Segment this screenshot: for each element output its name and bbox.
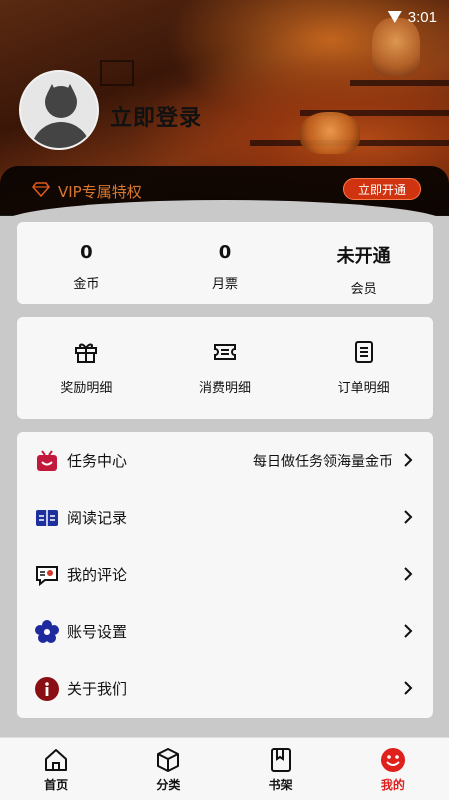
stat-value: 0	[80, 242, 93, 263]
spending-details-button[interactable]: 消费明细	[156, 317, 295, 419]
status-time: 3:01	[407, 8, 437, 26]
stat-membership[interactable]: 未开通 会员	[294, 222, 433, 304]
menu-item-label: 阅读记录	[67, 509, 128, 527]
background-frame	[100, 60, 134, 86]
nav-item-mine[interactable]: 我的	[337, 738, 449, 800]
nav-item-bookshelf[interactable]: 书架	[225, 738, 337, 800]
vip-privilege-text: VIP专属特权	[58, 183, 142, 201]
stat-coins[interactable]: 0 金币	[17, 222, 156, 304]
stat-label: 会员	[350, 282, 377, 297]
stat-label: 金币	[73, 277, 100, 292]
menu-item-label: 任务中心	[67, 452, 128, 470]
menu-card: 任务中心 每日做任务领海量金币 阅读记录 我的评论 账号设置 关于我们	[17, 432, 433, 718]
stats-card: 0 金币 0 月票 未开通 会员	[17, 222, 433, 304]
order-details-button[interactable]: 订单明细	[294, 317, 433, 419]
receipt-icon	[354, 341, 373, 363]
menu-item-label: 我的评论	[67, 566, 128, 584]
stat-value: 0	[218, 242, 232, 263]
status-bar: 3:01	[387, 8, 437, 26]
home-icon	[45, 749, 68, 771]
menu-item-label: 账号设置	[67, 623, 128, 641]
flower-settings-icon	[35, 619, 59, 643]
diamond-icon	[32, 182, 50, 197]
menu-item-my-comments[interactable]: 我的评论	[17, 546, 433, 603]
smiley-icon	[380, 748, 405, 772]
stat-monthly-ticket[interactable]: 0 月票	[156, 222, 295, 304]
bookshelf-icon	[270, 748, 291, 772]
book-icon	[36, 509, 58, 526]
gift-icon	[75, 343, 98, 363]
detail-label: 消费明细	[199, 381, 252, 396]
vip-open-button[interactable]: 立即开通	[343, 178, 421, 200]
background-cat	[372, 18, 420, 76]
details-card: 奖励明细 消费明细 订单明细	[17, 317, 433, 419]
menu-item-reading-history[interactable]: 阅读记录	[17, 489, 433, 546]
menu-item-label: 关于我们	[67, 680, 128, 698]
avatar[interactable]	[19, 70, 99, 150]
menu-item-hint: 每日做任务领海量金币	[253, 453, 393, 470]
nav-label: 首页	[44, 778, 69, 792]
info-icon	[35, 676, 59, 701]
tv-icon	[37, 449, 57, 471]
nav-label: 我的	[380, 778, 405, 792]
detail-label: 奖励明细	[60, 381, 113, 396]
detail-label: 订单明细	[337, 381, 390, 396]
login-button[interactable]: 立即登录	[110, 100, 202, 132]
chevron-right-icon	[404, 681, 413, 695]
cube-icon	[157, 748, 180, 772]
nav-label: 分类	[156, 778, 181, 792]
background-cat	[300, 112, 360, 154]
chevron-right-icon	[404, 624, 413, 638]
chevron-right-icon	[404, 510, 413, 524]
ticket-icon	[214, 344, 236, 360]
menu-item-account-settings[interactable]: 账号设置	[17, 603, 433, 660]
comment-icon	[36, 565, 58, 586]
menu-item-task-center[interactable]: 任务中心 每日做任务领海量金币	[17, 432, 433, 489]
stat-value: 未开通	[336, 246, 391, 267]
stat-label: 月票	[212, 277, 239, 292]
nav-item-category[interactable]: 分类	[112, 738, 224, 800]
nav-label: 书架	[268, 778, 293, 792]
chevron-right-icon	[404, 453, 413, 467]
bottom-nav: 首页 分类 书架 我的	[0, 737, 449, 800]
chevron-right-icon	[404, 567, 413, 581]
reward-details-button[interactable]: 奖励明细	[17, 317, 156, 419]
wifi-icon	[387, 11, 402, 23]
nav-item-home[interactable]: 首页	[0, 738, 112, 800]
menu-item-about-us[interactable]: 关于我们	[17, 660, 433, 717]
